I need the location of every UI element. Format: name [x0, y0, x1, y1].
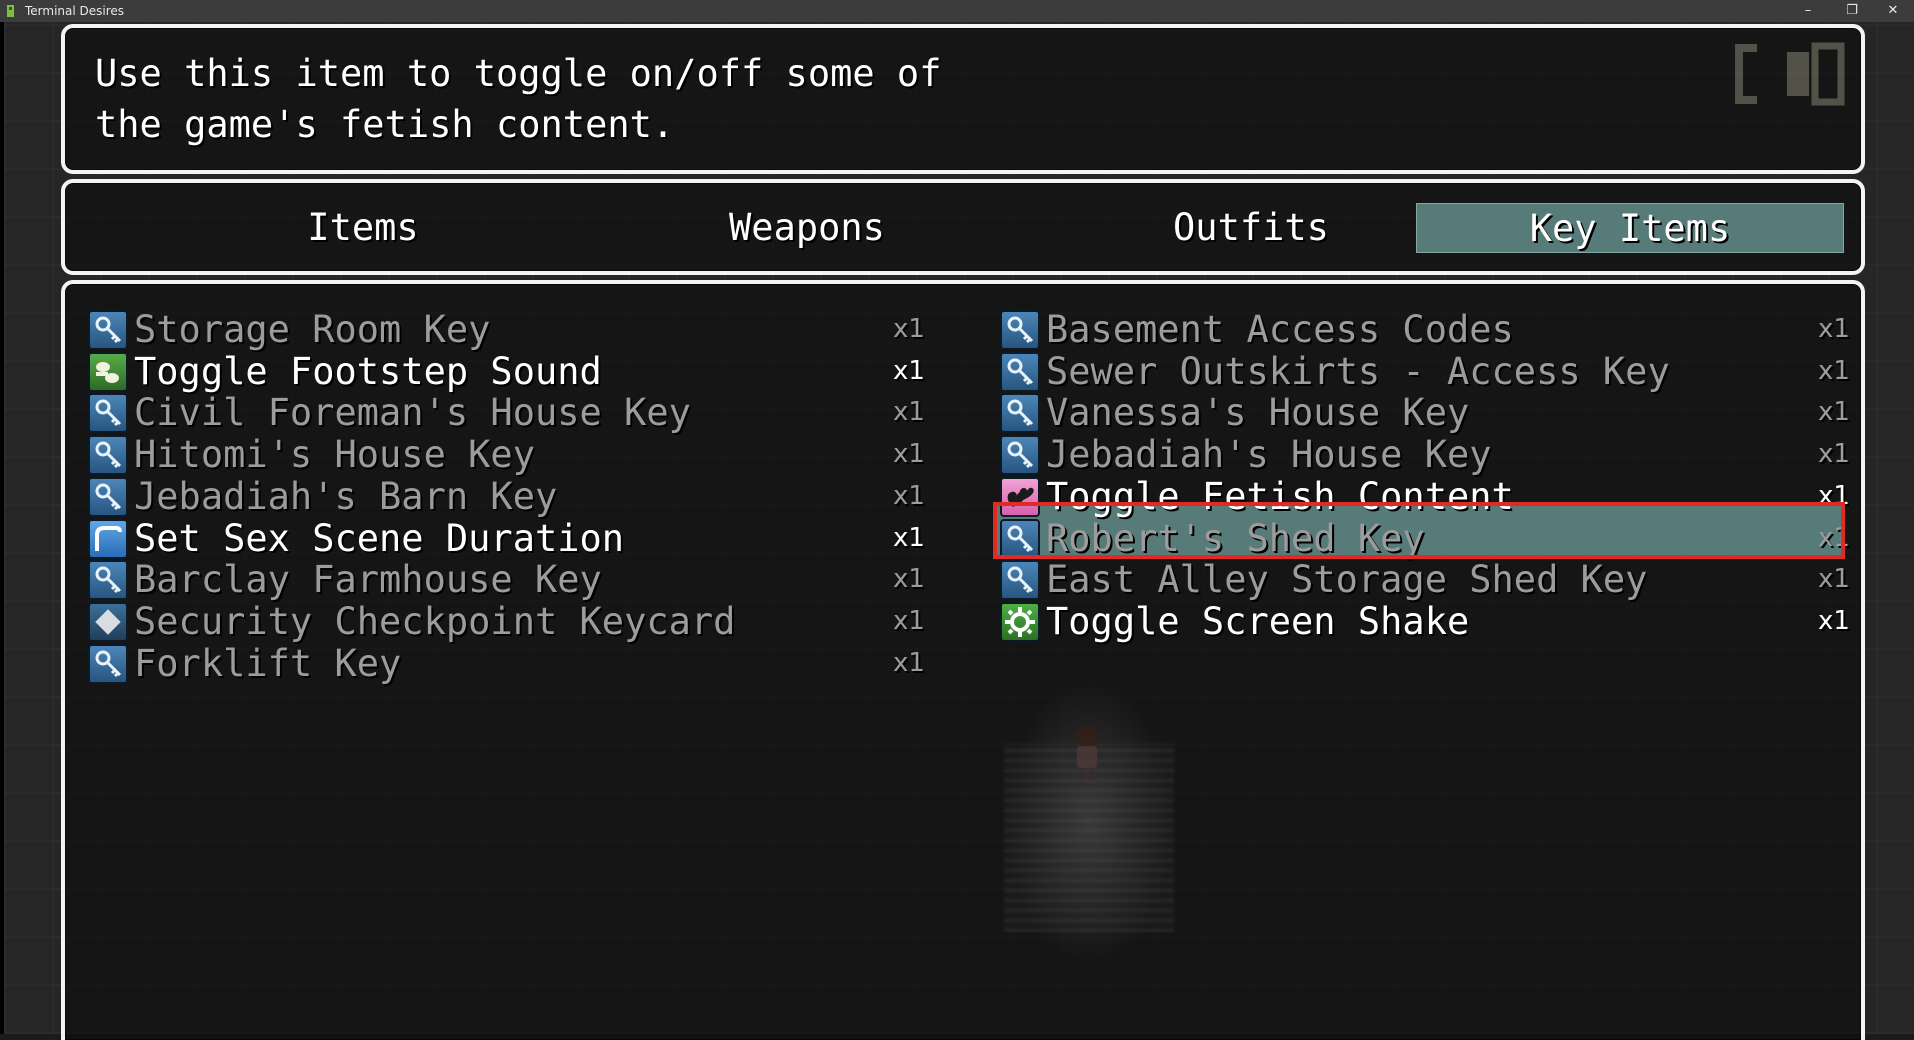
restore-button[interactable]: ❐	[1829, 0, 1875, 22]
item-row-forklift-key[interactable]: Forklift Key x1	[88, 638, 925, 689]
keycard-icon	[88, 602, 128, 642]
minimize-button[interactable]: –	[1785, 0, 1831, 22]
tab-weapons[interactable]: Weapons	[593, 203, 1021, 253]
item-quantity: x1	[893, 648, 925, 678]
key-icon	[88, 644, 128, 684]
tab-key-items[interactable]: Key Items	[1416, 203, 1844, 253]
key-icon	[88, 435, 128, 475]
menu-button-icon	[1735, 42, 1845, 106]
window-titlebar: Terminal Desires – ❐ ✕	[0, 0, 1914, 22]
footstep-icon	[88, 352, 128, 392]
key-icon	[88, 560, 128, 600]
timer-icon	[88, 519, 128, 559]
window-title: Terminal Desires	[25, 4, 125, 18]
heart-icon	[1000, 477, 1040, 517]
item-name: Toggle Screen Shake	[1046, 600, 1470, 643]
key-icon	[88, 477, 128, 517]
item-row-toggle-screen-shake[interactable]: Toggle Screen Shake x1	[1000, 596, 1850, 647]
key-icon	[1000, 352, 1040, 392]
tab-items[interactable]: Items	[149, 203, 577, 253]
key-icon	[1000, 519, 1040, 559]
key-icon	[1000, 560, 1040, 600]
gear-icon	[1000, 602, 1040, 642]
close-button[interactable]: ✕	[1870, 0, 1914, 22]
help-window: Use this item to toggle on/off some of t…	[61, 24, 1865, 174]
key-icon	[1000, 310, 1040, 350]
item-name: Forklift Key	[134, 642, 402, 685]
key-icon	[88, 310, 128, 350]
key-icon	[1000, 393, 1040, 433]
key-icon	[88, 393, 128, 433]
key-icon	[1000, 435, 1040, 475]
item-quantity: x1	[1818, 606, 1850, 636]
help-text-line-1: Use this item to toggle on/off some of	[95, 52, 942, 95]
category-tabs: Items Weapons Outfits Key Items	[61, 179, 1865, 275]
tab-outfits[interactable]: Outfits	[1037, 203, 1465, 253]
app-icon	[7, 5, 14, 17]
help-text-line-2: the game's fetish content.	[95, 103, 675, 146]
